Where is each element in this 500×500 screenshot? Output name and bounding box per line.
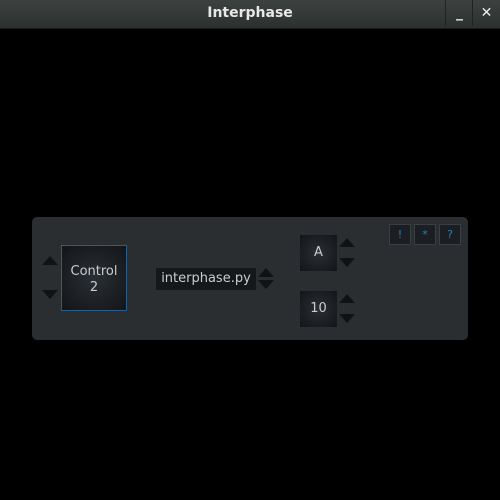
window-title: Interphase bbox=[207, 5, 293, 21]
control-value: 2 bbox=[89, 280, 99, 295]
file-selector[interactable]: interphase.py bbox=[156, 268, 256, 290]
number-up-arrow[interactable] bbox=[339, 294, 355, 303]
close-button[interactable]: ✕ bbox=[472, 0, 500, 26]
letter-box[interactable]: A bbox=[300, 235, 337, 271]
control-down-arrow[interactable] bbox=[42, 290, 58, 299]
file-up-arrow[interactable] bbox=[258, 268, 274, 277]
help-button[interactable]: ? bbox=[439, 224, 461, 245]
letter-down-arrow[interactable] bbox=[339, 258, 355, 267]
minimize-button[interactable]: _ bbox=[445, 0, 473, 26]
title-bar: Interphase _ ✕ bbox=[0, 0, 500, 29]
number-box[interactable]: 10 bbox=[300, 291, 337, 327]
file-down-arrow[interactable] bbox=[258, 280, 274, 289]
number-down-arrow[interactable] bbox=[339, 314, 355, 323]
control-label: Control bbox=[70, 264, 118, 279]
star-button[interactable]: * bbox=[414, 224, 436, 245]
letter-up-arrow[interactable] bbox=[339, 238, 355, 247]
warning-button[interactable]: ! bbox=[389, 224, 411, 245]
control-up-arrow[interactable] bbox=[42, 256, 58, 265]
control-box[interactable]: Control 2 bbox=[61, 245, 127, 311]
